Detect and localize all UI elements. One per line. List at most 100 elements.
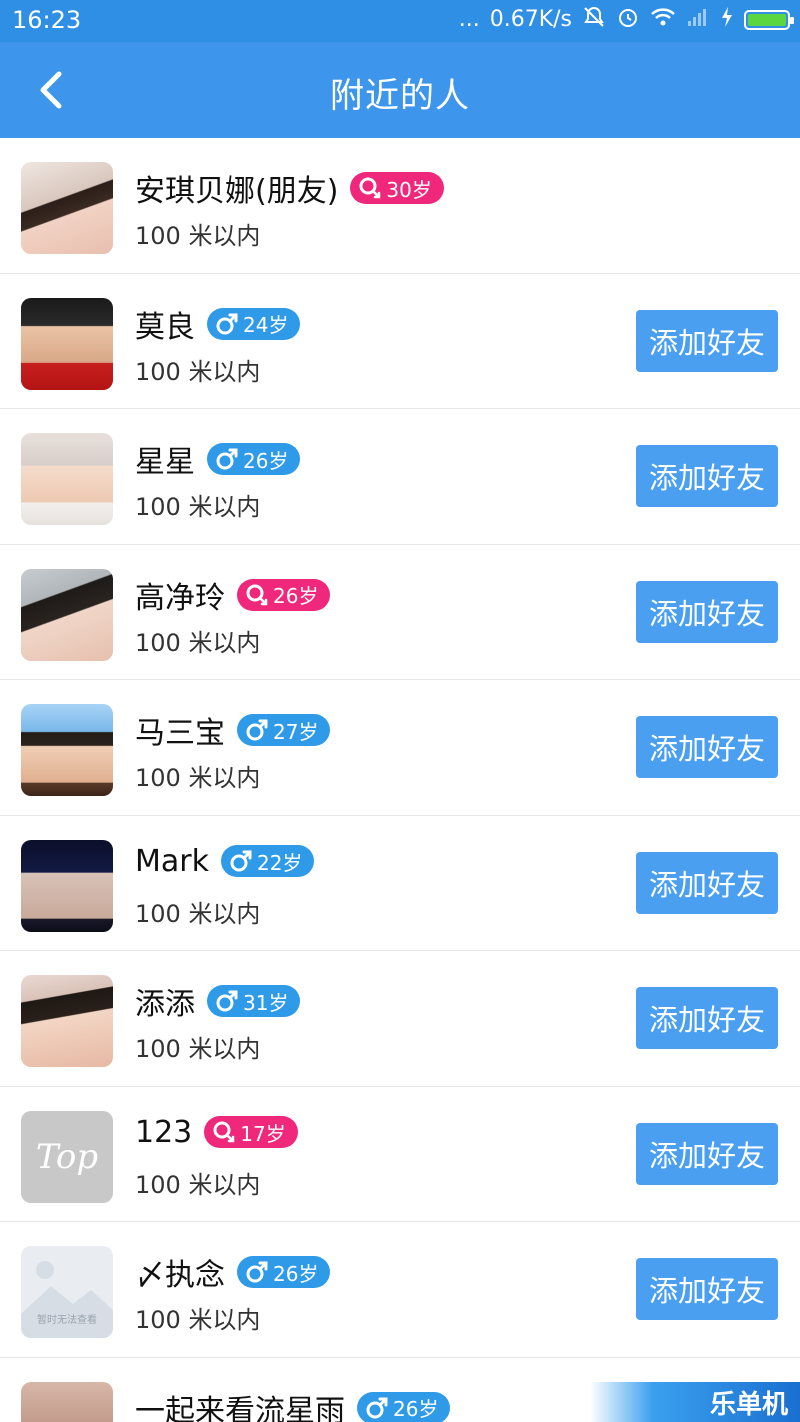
page-title: 附近的人 [330,76,470,116]
wifi-icon [650,6,676,33]
age-text: 30岁 [386,177,432,202]
age-text: 26岁 [243,448,289,473]
age-text: 31岁 [243,990,289,1015]
gender-age-badge: 27岁 [237,714,331,746]
name-line: 马三宝 27岁 [135,708,331,752]
image-unavailable-text: 暂时无法查看 [37,1315,97,1326]
gender-age-badge: 30岁 [350,172,444,204]
gender-age-badge: 17岁 [204,1116,298,1148]
list-item[interactable]: 马三宝 27岁 100 米以内 添加好友 [0,680,800,816]
list-item[interactable]: 添添 31岁 100 米以内 添加好友 [0,951,800,1087]
distance-text: 100 米以内 [135,357,261,386]
person-name: 星星 [135,445,195,480]
name-line: 安琪贝娜(朋友) 30岁 [135,166,444,210]
name-line: 一起来看流星雨 26岁 [135,1386,451,1422]
female-icon [359,177,381,199]
distance-text: 100 米以内 [135,493,261,521]
list-item[interactable]: 暂时无法查看 〆执念 26岁 100 米以内 添加好友 [0,1222,800,1358]
female-icon [246,584,268,605]
male-icon [216,448,238,470]
distance-text: 100 米以内 [135,628,261,657]
add-friend-button[interactable]: 添加好友 [636,851,778,914]
list-item[interactable]: 高净玲 26岁 100 米以内 添加好友 [0,544,800,680]
age-text: 17岁 [240,1121,286,1146]
add-friend-button[interactable]: 添加好友 [636,445,778,507]
person-name: 一起来看流星雨 [135,1393,345,1422]
age-text: 27岁 [273,719,319,744]
male-icon [246,719,268,741]
net-speed: 0.67K/s [489,7,572,32]
gender-age-badge: 26岁 [207,443,301,475]
list-item[interactable]: 星星 26岁 100 米以内 添加好友 [0,409,800,545]
battery-fill [748,13,786,26]
add-friend-button[interactable]: 添加好友 [636,309,778,372]
male-icon [216,313,238,334]
alarm-muted-icon [582,5,606,34]
avatar[interactable] [21,568,113,661]
add-friend-button[interactable]: 添加好友 [636,716,778,778]
gender-age-badge: 26岁 [237,578,331,611]
person-name: 〆执念 [135,1258,225,1293]
distance-text: 100 米以内 [135,1306,261,1334]
name-line: 高净玲 26岁 [135,573,331,617]
avatar[interactable] [21,1381,113,1422]
list-item[interactable]: 莫良 24岁 100 米以内 添加好友 [0,273,800,409]
status-dots: ... [458,7,480,32]
gender-age-badge: 26岁 [237,1256,331,1288]
person-name: Mark [135,843,209,879]
gender-age-badge: 22岁 [220,845,315,877]
app-bar: 附近的人 [0,42,800,138]
status-time: 16:23 [12,6,82,34]
avatar[interactable]: Top [21,1110,113,1203]
person-name: 安琪贝娜(朋友) [135,174,339,209]
avatar[interactable] [21,704,113,796]
gender-age-badge: 31岁 [207,985,301,1017]
list-item[interactable]: Mark 22岁 100 米以内 添加好友 [0,815,800,951]
add-friend-button[interactable]: 添加好友 [636,580,778,643]
male-icon [366,1397,388,1418]
person-name: 马三宝 [135,716,225,751]
gender-age-badge: 24岁 [207,307,301,340]
male-icon [246,1261,268,1283]
name-line: 123 17岁 [135,1115,298,1150]
distance-text: 100 米以内 [135,1170,261,1199]
avatar[interactable] [21,297,113,390]
age-text: 24岁 [243,313,289,337]
list-item[interactable]: 安琪贝娜(朋友) 30岁 100 米以内 [0,138,800,274]
person-name: 123 [135,1114,193,1150]
male-icon [216,990,238,1012]
name-line: 莫良 24岁 [135,302,301,346]
list-item[interactable]: Top 123 17岁 100 米以内 添加好友 [0,1086,800,1222]
person-name: 高净玲 [135,580,225,616]
avatar[interactable]: 暂时无法查看 [21,1246,113,1338]
avatar-placeholder-text: Top [35,1136,99,1177]
add-friend-button[interactable]: 添加好友 [636,1122,778,1185]
female-icon [213,1121,235,1143]
male-icon [230,850,252,872]
status-bar: 16:23 ... 0.67K/s [0,0,800,42]
avatar[interactable] [21,839,113,932]
add-friend-button[interactable]: 添加好友 [636,987,778,1049]
status-icons: ... 0.67K/s [458,5,794,34]
gender-age-badge: 26岁 [357,1391,451,1422]
name-line: 星星 26岁 [135,437,301,481]
age-text: 26岁 [273,584,319,608]
battery-icon [744,9,794,30]
avatar[interactable] [21,433,113,525]
age-text: 26岁 [393,1397,439,1421]
name-line: Mark 22岁 [135,843,315,879]
person-name: 莫良 [135,309,195,345]
name-line: 添添 31岁 [135,979,301,1023]
distance-text: 100 米以内 [135,764,261,792]
avatar[interactable] [21,162,113,254]
avatar[interactable] [21,975,113,1067]
alarm-clock-icon [616,5,640,34]
distance-text: 100 米以内 [135,222,261,250]
add-friend-button[interactable]: 添加好友 [636,1258,778,1320]
name-line: 〆执念 26岁 [135,1250,331,1294]
age-text: 26岁 [273,1261,319,1286]
signal-icon [686,6,710,33]
age-text: 22岁 [256,850,303,875]
watermark: 乐单机 [590,1382,800,1422]
person-name: 添添 [135,987,195,1022]
